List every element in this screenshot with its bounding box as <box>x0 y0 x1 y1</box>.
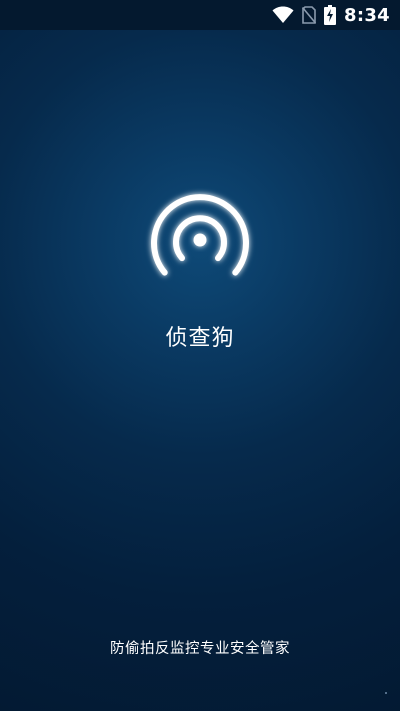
corner-dot <box>385 692 387 694</box>
no-sim-icon <box>302 6 317 24</box>
radar-signal-icon <box>151 194 249 276</box>
status-icons: 8:34 <box>272 4 390 26</box>
app-logo <box>140 184 260 294</box>
status-bar: 8:34 <box>0 0 400 30</box>
app-title: 侦查狗 <box>165 326 235 351</box>
status-time: 8:34 <box>344 4 390 26</box>
app-tagline: 防偷拍反监控专业安全管家 <box>110 641 290 657</box>
battery-charging-icon <box>324 5 337 25</box>
wifi-icon <box>272 6 294 24</box>
